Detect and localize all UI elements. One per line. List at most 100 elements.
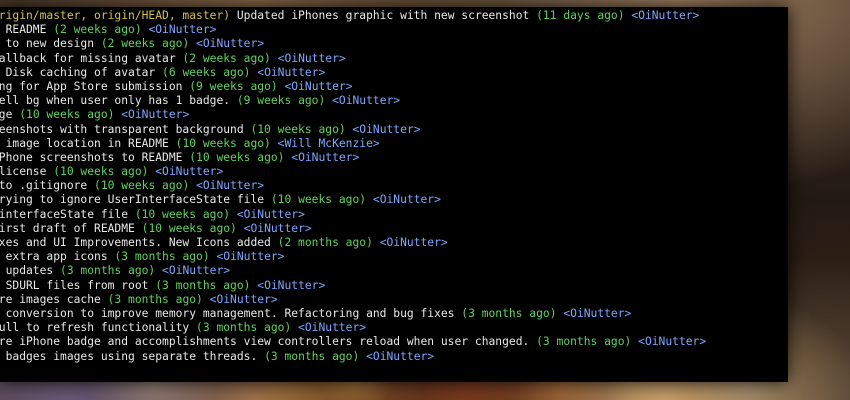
commit-date: (2 weeks ago) — [53, 23, 142, 37]
log-line: d SDURL files from root (3 months ago) <… — [0, 279, 706, 293]
log-line: ing for App Store submission (9 weeks ag… — [0, 80, 706, 94]
commit-date: (3 months ago) — [60, 264, 156, 278]
commit-date: (11 days ago) — [536, 9, 625, 22]
commit-message: d Disk caching of avatar — [0, 65, 163, 79]
log-line: d Disk caching of avatar (6 weeks ago) <… — [0, 66, 706, 80]
log-line: ixes and UI Improvements. New Icons adde… — [0, 236, 706, 250]
commit-date: (3 months ago) — [264, 349, 360, 363]
commit-message: fallback for missing avatar — [0, 51, 183, 65]
log-line: c conversion to improve memory managemen… — [0, 307, 706, 321]
commit-author: <OiNutter> — [298, 321, 367, 335]
log-line: license (10 weeks ago) <OiNutter> — [0, 165, 706, 179]
commit-message: ixes and UI Improvements. New Icons adde… — [0, 236, 278, 249]
log-line: pull to refresh functionality (3 months … — [0, 321, 706, 335]
commit-date: (10 weeks ago) — [134, 207, 231, 221]
log-line: fallback for missing avatar (2 weeks ago… — [0, 52, 706, 66]
log-line: d extra app icons (3 months ago) <OiNutt… — [0, 250, 706, 264]
commit-date: (2 months ago) — [277, 236, 373, 249]
commit-date: (3 months ago) — [461, 306, 557, 320]
commit-message: c conversion to improve memory managemen… — [0, 306, 462, 320]
commit-message: iPhone screenshots to README — [0, 150, 190, 164]
commit-author: <OiNutter> — [379, 236, 448, 249]
terminal-window[interactable]: origin/master, origin/HEAD, master) Upda… — [0, 7, 788, 382]
commit-message: Updated iPhones graphic with new screens… — [230, 9, 537, 22]
log-line: origin/master, origin/HEAD, master) Upda… — [0, 9, 706, 23]
log-line: iPhone screenshots to README (10 weeks a… — [0, 151, 706, 165]
commit-message: to .gitignore — [0, 179, 95, 193]
commit-message: d extra app icons — [0, 250, 115, 264]
commit-date: (10 weeks ago) — [250, 122, 346, 136]
commit-date: (2 weeks ago) — [100, 37, 190, 51]
commit-author: <OiNutter> — [372, 193, 441, 207]
commit-author: <OiNutter> — [155, 165, 224, 179]
git-log-output: origin/master, origin/HEAD, master) Upda… — [0, 9, 706, 364]
commit-date: (10 weeks ago) — [270, 193, 367, 207]
commit-date: (3 months ago) — [536, 335, 632, 349]
commit-author: <OiNutter> — [638, 335, 707, 349]
commit-author: <OiNutter> — [216, 250, 285, 264]
commit-author: <Will McKenzie> — [277, 136, 380, 150]
commit-message: trying to ignore UserInterfaceState file — [0, 193, 271, 207]
log-line: age (10 weeks ago) <OiNutter> — [0, 108, 706, 122]
commit-author: <OiNutter> — [209, 292, 278, 306]
commit-message: d README — [5, 23, 47, 37]
commit-message: age — [0, 108, 13, 122]
commit-message: first draft of README — [0, 221, 142, 235]
log-line: ure images cache (3 months ago) <OiNutte… — [0, 293, 706, 307]
log-line: first draft of README (10 weeks ago) <Oi… — [0, 222, 706, 236]
commit-author: <OiNutter> — [162, 264, 231, 278]
commit-message: d badges images using separate threads. — [0, 349, 265, 363]
commit-author: <OiNutter> — [563, 306, 632, 320]
commit-date: (9 weeks ago) — [189, 79, 278, 93]
commit-date: (10 weeks ago) — [53, 165, 149, 179]
log-line: ure iPhone badge and accomplishments vie… — [0, 335, 706, 349]
commit-author: <OiNutter> — [196, 179, 265, 193]
commit-date: (10 weeks ago) — [141, 221, 237, 235]
commit-message: cell bg when user only has 1 badge. — [0, 94, 237, 108]
commit-message: ure iPhone badge and accomplishments vie… — [0, 335, 537, 349]
commit-author: <OiNutter> — [366, 349, 435, 363]
commit-date: (2 weeks ago) — [182, 51, 271, 65]
commit-date: (9 weeks ago) — [236, 94, 326, 108]
commit-author: <OiNutter> — [332, 94, 401, 108]
commit-author: <OiNutter> — [236, 207, 305, 221]
log-line: to .gitignore (10 weeks ago) <OiNutter> — [0, 179, 706, 193]
commit-date: (10 weeks ago) — [189, 150, 285, 164]
commit-author: <OiNutter> — [631, 9, 700, 22]
commit-date: (10 weeks ago) — [175, 136, 271, 150]
log-line: d README (2 weeks ago) <OiNutter> — [0, 23, 706, 37]
commit-date: (3 months ago) — [114, 250, 210, 264]
commit-message: pull to refresh functionality — [0, 321, 197, 335]
commit-author: <OiNutter> — [284, 79, 353, 93]
commit-date: (10 weeks ago) — [94, 179, 190, 193]
log-line: s updates (3 months ago) <OiNutter> — [0, 264, 706, 278]
commit-author: <OiNutter> — [291, 150, 360, 164]
log-line: interfaceState file (10 weeks ago) <OiNu… — [0, 208, 706, 222]
log-line: d badges images using separate threads. … — [0, 350, 706, 364]
commit-message: reenshots with transparent background — [0, 122, 251, 136]
commit-message: interfaceState file — [0, 207, 135, 221]
commit-date: (3 months ago) — [196, 321, 292, 335]
commit-author: <OiNutter> — [243, 221, 312, 235]
commit-author: <OiNutter> — [257, 278, 326, 292]
commit-message: d to new design — [0, 37, 101, 51]
log-line: trying to ignore UserInterfaceState file… — [0, 193, 706, 207]
log-line: d to new design (2 weeks ago) <OiNutter> — [0, 37, 706, 51]
commit-author: <OiNutter> — [121, 108, 190, 122]
desktop-background: origin/master, origin/HEAD, master) Upda… — [0, 0, 850, 400]
commit-author: <OiNutter> — [196, 37, 265, 51]
commit-author: <OiNutter> — [148, 23, 217, 37]
commit-date: (3 months ago) — [107, 292, 203, 306]
commit-message: d SDURL files from root — [0, 278, 156, 292]
commit-refs: origin/master, origin/HEAD, master) — [0, 9, 231, 22]
log-line: t image location in README (10 weeks ago… — [0, 137, 706, 151]
commit-author: <OiNutter> — [277, 51, 346, 65]
commit-date: (6 weeks ago) — [162, 65, 251, 79]
commit-date: (3 months ago) — [155, 278, 251, 292]
commit-message: t image location in README — [0, 136, 176, 150]
commit-author: <OiNutter> — [257, 65, 326, 79]
commit-message: s updates — [5, 264, 54, 278]
log-line: cell bg when user only has 1 badge. (9 w… — [0, 94, 706, 108]
commit-message: ure images cache — [0, 292, 108, 306]
commit-date: (10 weeks ago) — [19, 108, 115, 122]
